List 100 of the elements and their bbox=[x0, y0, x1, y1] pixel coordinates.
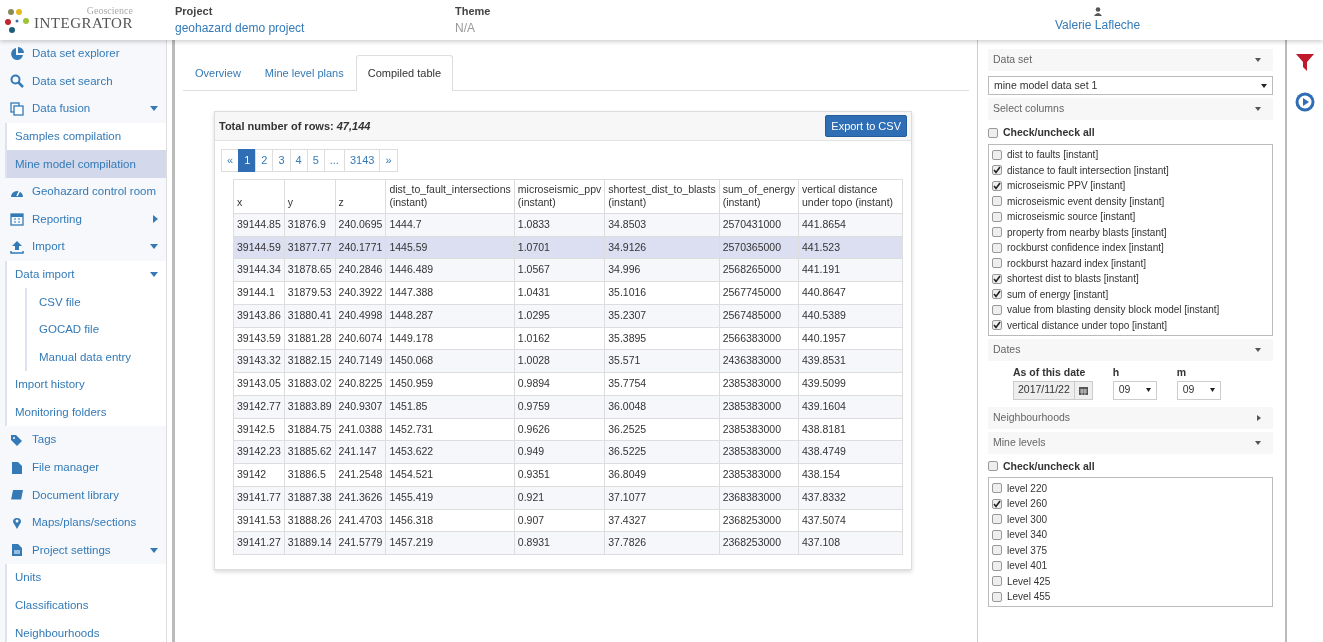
checkbox[interactable] bbox=[992, 289, 1002, 299]
pagination-link[interactable]: » bbox=[379, 149, 398, 172]
sidebar-item[interactable]: Geohazard control room bbox=[0, 177, 166, 206]
checkbox[interactable] bbox=[992, 498, 1002, 509]
checkbox[interactable] bbox=[992, 514, 1002, 524]
checkbox[interactable] bbox=[988, 127, 998, 138]
checkbox[interactable] bbox=[992, 258, 1002, 268]
checkbox[interactable] bbox=[988, 461, 998, 472]
table-cell: 39142.77 bbox=[233, 395, 285, 419]
checkbox-label: vertical distance under topo [instant] bbox=[1007, 318, 1168, 333]
checkbox[interactable] bbox=[992, 211, 1002, 222]
logo-subtitle: Geoscience bbox=[85, 5, 133, 16]
sidebar-item[interactable]: File manager bbox=[0, 453, 166, 482]
table-cell: 241.4703 bbox=[335, 509, 386, 532]
pagination-link[interactable]: « bbox=[221, 149, 240, 172]
table-cell: 1446.489 bbox=[385, 258, 515, 282]
checkbox[interactable] bbox=[992, 149, 1002, 160]
dataset-select[interactable]: mine model data set 1 bbox=[988, 76, 1273, 95]
sidebar-item[interactable]: Tags bbox=[0, 426, 166, 454]
section-header[interactable]: Mine levels bbox=[988, 431, 1273, 454]
tab[interactable]: Compiled table bbox=[355, 55, 454, 91]
checkbox-label: rockburst hazard index [instant] bbox=[1007, 256, 1146, 271]
user-name-link[interactable]: Valerie Lafleche bbox=[1055, 15, 1141, 34]
sidebar-subitem[interactable]: Import history bbox=[7, 371, 166, 399]
pagination-link[interactable]: 1 bbox=[238, 149, 257, 172]
checkbox[interactable] bbox=[992, 196, 1002, 206]
checkbox[interactable] bbox=[992, 180, 1002, 191]
sidebar-subitem[interactable]: Mine model compilation bbox=[7, 150, 166, 178]
sidebar-subitem[interactable]: Classifications bbox=[7, 591, 166, 620]
table-cell: 2385383000 bbox=[719, 372, 799, 396]
table-cell: 39143.59 bbox=[233, 327, 285, 350]
column-header: microseismic_ppv (instant) bbox=[514, 179, 605, 214]
table-cell: 240.6074 bbox=[335, 327, 386, 350]
column-header: sum_of_energy (instant) bbox=[719, 179, 799, 214]
checkbox-label: dist to faults [instant] bbox=[1007, 148, 1099, 162]
section-header[interactable]: Dates bbox=[988, 338, 1273, 361]
table-cell: 240.8225 bbox=[335, 372, 386, 396]
filter-icon bbox=[1295, 52, 1315, 72]
table-cell: 437.5074 bbox=[798, 509, 903, 532]
checkbox-label: level 220 bbox=[1007, 481, 1048, 496]
sidebar-subitem[interactable]: CSV file bbox=[27, 288, 166, 316]
table-cell: 1454.521 bbox=[385, 463, 515, 487]
tab[interactable]: Overview bbox=[183, 55, 253, 91]
section-header[interactable]: Data set bbox=[988, 49, 1273, 71]
checkbox[interactable] bbox=[992, 304, 1002, 315]
checkbox[interactable] bbox=[992, 576, 1002, 586]
pagination-link[interactable]: ... bbox=[323, 149, 345, 172]
table-cell: 39142.5 bbox=[233, 418, 285, 441]
checkbox-label: microseismic PPV [instant] bbox=[1007, 179, 1126, 193]
table-cell: 1455.419 bbox=[385, 486, 515, 510]
sidebar-subitem[interactable]: Monitoring folders bbox=[7, 398, 166, 427]
sidebar-subitem[interactable]: Samples compilation bbox=[7, 122, 166, 151]
table-cell: 1456.318 bbox=[385, 509, 515, 532]
table-cell: 35.7754 bbox=[604, 372, 720, 396]
map-pin-icon bbox=[10, 515, 24, 530]
sidebar-item[interactable]: Data set explorer bbox=[0, 40, 166, 68]
sidebar-item[interactable]: Import bbox=[0, 233, 166, 261]
logo-text: INTEGRATOR bbox=[34, 15, 133, 31]
checkbox[interactable] bbox=[992, 320, 1002, 330]
table-cell: 39142 bbox=[233, 463, 285, 487]
table-cell: 39143.32 bbox=[233, 349, 285, 373]
checkbox-label: rockburst confidence index [instant] bbox=[1007, 241, 1164, 255]
checkbox[interactable] bbox=[992, 273, 1002, 284]
date-field[interactable]: 2017/11/22 bbox=[1013, 380, 1093, 400]
checkbox[interactable] bbox=[992, 560, 1002, 571]
table-cell: 440.1957 bbox=[798, 327, 903, 350]
checkbox[interactable] bbox=[992, 165, 1002, 175]
sidebar-subitem[interactable]: GOCAD file bbox=[27, 315, 166, 344]
hour-select[interactable]: 09 bbox=[1112, 380, 1157, 400]
column-header: dist_to_fault_intersections (instant) bbox=[385, 179, 515, 214]
checkbox-label: Check/uncheck all bbox=[1003, 458, 1095, 474]
sidebar-item[interactable]: Reporting bbox=[0, 205, 166, 234]
sidebar-subitem[interactable]: Data import bbox=[7, 260, 166, 289]
sidebar-item[interactable]: Project settings bbox=[0, 536, 166, 565]
section-header[interactable]: Neighbourhoods bbox=[988, 406, 1273, 429]
sidebar-item[interactable]: Data fusion bbox=[0, 95, 166, 123]
sidebar-subitem[interactable]: Neighbourhoods bbox=[7, 619, 166, 642]
pagination-link[interactable]: 2 bbox=[255, 149, 274, 172]
table-cell: 440.8647 bbox=[798, 281, 903, 305]
table-cell: 241.0388 bbox=[335, 418, 386, 441]
checkbox[interactable] bbox=[992, 227, 1002, 237]
checkbox[interactable] bbox=[992, 483, 1002, 493]
pane-splitter[interactable] bbox=[166, 40, 175, 642]
tab[interactable]: Mine level plans bbox=[252, 55, 356, 91]
sidebar-subitem[interactable]: Manual data entry bbox=[27, 343, 166, 372]
export-csv-button[interactable]: Export to CSV bbox=[825, 114, 907, 137]
project-link[interactable]: geohazard demo project bbox=[175, 19, 455, 38]
sidebar-subitem[interactable]: Units bbox=[7, 564, 166, 592]
checkbox[interactable] bbox=[992, 591, 1002, 602]
sidebar-item[interactable]: Document library bbox=[0, 481, 166, 510]
checkbox[interactable] bbox=[992, 529, 1002, 540]
sidebar-item[interactable]: Maps/plans/sections bbox=[0, 509, 166, 537]
table-cell: 36.2525 bbox=[604, 418, 720, 441]
pagination-link[interactable]: 3 bbox=[272, 149, 291, 172]
section-header[interactable]: Select columns bbox=[988, 98, 1273, 120]
theme-value: N/A bbox=[455, 20, 476, 38]
sidebar-item[interactable]: Data set search bbox=[0, 67, 166, 96]
checkbox[interactable] bbox=[992, 242, 1002, 253]
checkbox[interactable] bbox=[992, 545, 1002, 555]
minute-select[interactable]: 09 bbox=[1176, 380, 1221, 400]
